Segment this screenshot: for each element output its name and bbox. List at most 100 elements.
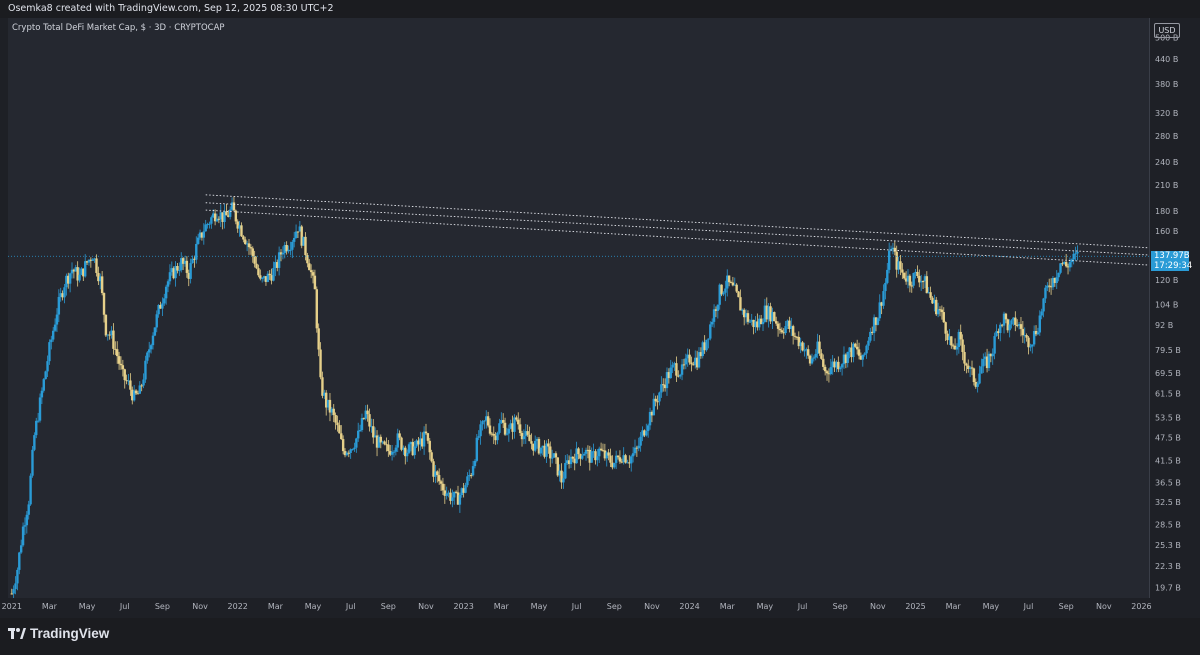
candle-body <box>908 275 912 286</box>
candle-body <box>780 330 784 333</box>
candle-body <box>35 420 38 436</box>
candle-body <box>680 364 684 375</box>
time-tick-label: Jul <box>119 602 130 611</box>
candle-body <box>803 350 806 352</box>
candle-body <box>590 451 593 463</box>
candle-body <box>208 223 211 225</box>
candle-body <box>317 328 320 350</box>
candle-body <box>498 423 501 433</box>
candle-body <box>1014 317 1017 325</box>
candle-body <box>407 444 411 453</box>
candle-body <box>313 275 317 290</box>
candle-body <box>351 449 354 451</box>
candle-body <box>483 420 486 422</box>
time-tick-label: 2025 <box>905 602 925 611</box>
candle-body <box>475 437 479 461</box>
candle-body <box>405 452 409 457</box>
candle-body <box>196 237 200 244</box>
candle-body <box>801 342 804 351</box>
candle-body <box>129 380 132 390</box>
candle-body <box>95 258 98 273</box>
candle-body <box>83 261 87 277</box>
trendline <box>205 209 1150 266</box>
candle-body <box>1008 324 1011 331</box>
candle-body <box>554 453 558 458</box>
candle-body <box>1044 287 1047 299</box>
candle-body <box>142 379 145 386</box>
candle-body <box>63 287 66 298</box>
candle-body <box>970 367 974 369</box>
price-tick-label: 28.5 B <box>1155 521 1181 530</box>
candle-body <box>812 357 816 359</box>
candle-body <box>577 448 580 455</box>
candle-body <box>481 421 484 425</box>
tradingview-logo[interactable]: TradingView <box>8 626 109 641</box>
candle-body <box>33 435 36 450</box>
candle-body <box>166 281 170 287</box>
candle-body <box>929 292 932 298</box>
candle-body <box>458 495 462 505</box>
candle-body <box>515 417 518 420</box>
candle-body <box>486 416 490 426</box>
candle-body <box>944 322 947 334</box>
candle-body <box>1059 263 1062 273</box>
candle-body <box>712 309 716 322</box>
candle-body <box>53 324 57 331</box>
candle-body <box>473 460 477 467</box>
candle-body <box>539 447 543 454</box>
candle-body <box>855 346 859 350</box>
candle-body <box>16 569 19 584</box>
candle-body <box>1057 272 1060 278</box>
candle-body <box>682 364 686 366</box>
candle-body <box>840 364 844 368</box>
candle-body <box>660 384 663 393</box>
time-tick-label: Mar <box>268 602 284 611</box>
candle-body <box>146 352 149 361</box>
time-tick-label: May <box>531 602 548 611</box>
candle-body <box>1055 277 1058 283</box>
candle-body <box>439 481 443 484</box>
candle-body <box>488 425 492 434</box>
candle-body <box>10 593 13 595</box>
time-tick-label: Mar <box>42 602 58 611</box>
bar-countdown-label: 17:29:34 <box>1151 261 1192 272</box>
footer <box>0 618 1200 655</box>
candle-body <box>428 440 431 453</box>
candle-body <box>978 373 981 384</box>
time-tick-label: Nov <box>418 602 434 611</box>
trendline <box>205 202 1150 256</box>
candle-body <box>360 418 364 431</box>
price-tick-label: 25.3 B <box>1155 541 1181 550</box>
candle-body <box>793 335 797 337</box>
candle-body <box>368 414 371 427</box>
candle-body <box>820 353 823 359</box>
candle-body <box>464 485 467 493</box>
candle-body <box>336 422 339 426</box>
candle-body <box>436 471 439 476</box>
currency-button[interactable]: USD <box>1154 23 1180 38</box>
symbol-title[interactable]: Crypto Total DeFi Market Cap, $ · 3D · C… <box>12 23 225 33</box>
time-tick-label: Mar <box>494 602 510 611</box>
candle-body <box>739 297 742 311</box>
candle-body <box>869 331 872 341</box>
candle-body <box>825 371 829 374</box>
candle-body <box>1072 253 1075 260</box>
trendline <box>205 194 1150 249</box>
candle-body <box>776 323 780 329</box>
candle-body <box>477 436 480 438</box>
candle-body <box>857 349 861 356</box>
candle-body <box>982 358 985 367</box>
candle-body <box>244 239 247 245</box>
candle-body <box>426 433 430 441</box>
candle-body <box>671 364 674 368</box>
candle-body <box>100 276 104 294</box>
candle-body <box>281 252 285 255</box>
candle-body <box>424 431 428 434</box>
candlestick-chart[interactable]: 500 B440 B380 B320 B280 B240 B210 B180 B… <box>0 0 1200 655</box>
candle-body <box>304 236 307 256</box>
candle-body <box>656 401 659 403</box>
candle-body <box>562 478 565 483</box>
time-tick-label: 2021 <box>2 602 22 611</box>
candle-body <box>251 248 254 257</box>
candle-body <box>341 439 345 452</box>
